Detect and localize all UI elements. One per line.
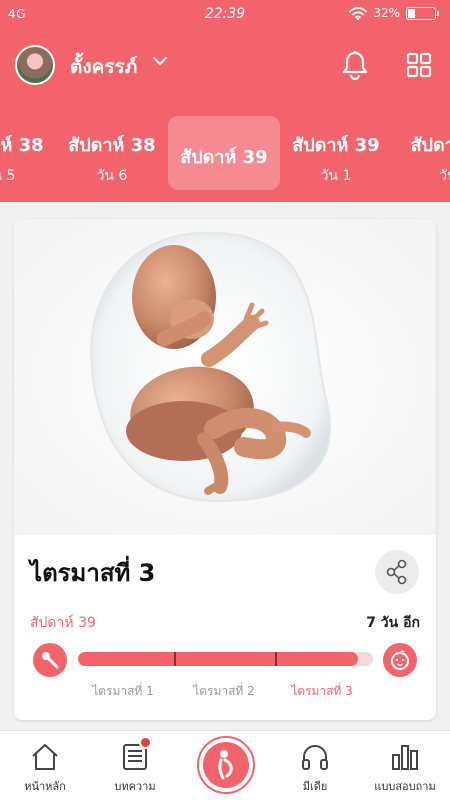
- home-icon: [32, 744, 58, 770]
- trimester-1-label: ไตรมาสที่ 1: [92, 684, 154, 698]
- week-selector[interactable]: สัปดาห์ 38 วัน 5 สัปดาห์ 38 วัน 6 สัปดาห…: [0, 100, 450, 202]
- pregnancy-progress-bar: [78, 652, 373, 666]
- week-tab-selected[interactable]: สัปดาห์ 39: [168, 116, 280, 190]
- battery-percent: 32%: [373, 6, 400, 20]
- fetus-illustration: [14, 219, 436, 535]
- pregnancy-card: ไตรมาสที่ 3 สัปดาห์ 39 7 วัน อีก ไตรมาสท…: [14, 219, 436, 720]
- notification-badge: [139, 736, 152, 749]
- nav-media[interactable]: มีเดีย: [270, 731, 360, 800]
- baby-face-icon: [383, 643, 417, 677]
- status-bar: 4G 22:39 32%: [0, 0, 450, 30]
- trimester-3-label: ไตรมาสที่ 3: [291, 684, 353, 698]
- headphones-icon: [302, 745, 328, 770]
- trimester-title: ไตรมาสที่ 3: [30, 559, 156, 587]
- share-icon: [386, 559, 407, 585]
- nav-articles[interactable]: บทความ: [90, 731, 180, 800]
- app-header: ตั้งครรภ์: [0, 30, 450, 100]
- week-tab[interactable]: สัปดาห์ 38 วัน 5: [0, 116, 56, 190]
- week-tab[interactable]: สัปดาห์ 39 วัน 1: [280, 116, 392, 190]
- bar-chart-icon: [392, 745, 418, 770]
- trimester-2-label: ไตรมาสที่ 2: [193, 684, 255, 698]
- bell-icon[interactable]: [341, 50, 369, 80]
- battery-icon: [406, 6, 439, 20]
- days-remaining: 7 วัน อีก: [366, 615, 420, 631]
- nav-survey[interactable]: แบบสอบถาม: [360, 731, 450, 800]
- pacifier-icon: [33, 643, 67, 677]
- wifi-icon: [349, 6, 368, 20]
- grid-menu-icon[interactable]: [406, 52, 432, 78]
- week-tab[interactable]: สัปดาห์ 3 วัน: [392, 116, 450, 190]
- week-tab[interactable]: สัปดาห์ 38 วัน 6: [56, 116, 168, 190]
- share-button[interactable]: [375, 550, 419, 594]
- pregnant-mother-icon: [218, 750, 233, 780]
- current-week-label: สัปดาห์ 39: [30, 615, 96, 631]
- nav-home[interactable]: หน้าหลัก: [0, 731, 90, 800]
- bottom-navigation: หน้าหลัก บทความ มีเดีย แบบสอบถาม: [0, 730, 450, 800]
- profile-name[interactable]: ตั้งครรภ์: [70, 52, 137, 82]
- pregnancy-center-button[interactable]: [197, 736, 255, 794]
- avatar[interactable]: [15, 45, 55, 85]
- chevron-down-icon[interactable]: [152, 56, 168, 66]
